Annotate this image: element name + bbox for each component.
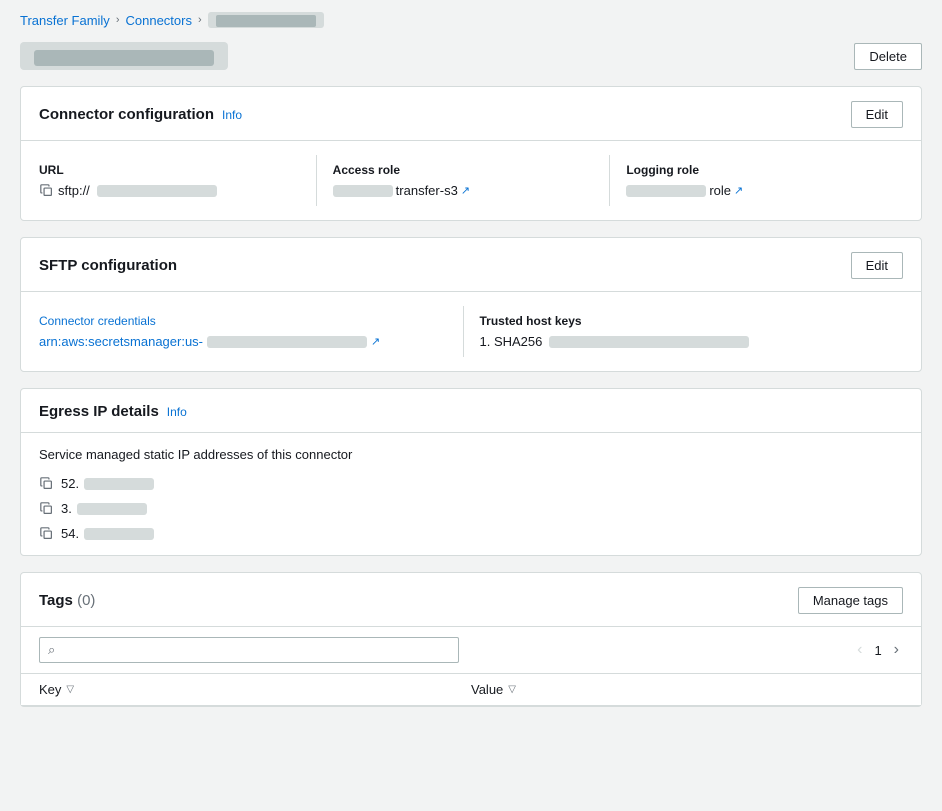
logging-role-link[interactable]: role ↗ [626,183,743,198]
sftp-config-title: SFTP configuration [39,257,177,274]
egress-ip-info[interactable]: Info [167,405,187,419]
tags-count: (0) [77,592,95,609]
access-role-field: Access role transfer-s3 ↗ [317,155,611,206]
breadcrumb-transfer-family[interactable]: Transfer Family [20,13,110,28]
tags-columns-row: Key ▽ Value ▽ [21,674,921,706]
breadcrumb-chevron-1: › [116,14,120,26]
logging-role-label: Logging role [626,163,887,177]
url-text: sftp:// [58,183,90,198]
ip-1-copy-icon[interactable] [39,477,53,491]
delete-button[interactable]: Delete [854,43,922,70]
egress-ip-card: Egress IP details Info Service managed s… [20,388,922,556]
ip-3-value: 54. [61,526,154,541]
sftp-config-header: SFTP configuration Edit [21,238,921,292]
connector-config-body: URL sftp:// Access role [21,141,921,220]
logging-role-external-icon: ↗ [734,184,743,197]
connector-credentials-label: Connector credentials [39,314,447,328]
breadcrumb-connectors[interactable]: Connectors [125,13,191,28]
tags-key-column: Key ▽ [39,682,471,697]
ip-1-value: 52. [61,476,154,491]
manage-tags-button[interactable]: Manage tags [798,587,903,614]
credentials-external-icon: ↗ [371,335,380,348]
sftp-config-body: Connector credentials arn:aws:secretsman… [21,292,921,371]
access-role-value: transfer-s3 ↗ [333,183,594,198]
sftp-fields: Connector credentials arn:aws:secretsman… [39,306,903,357]
trusted-keys-value: 1. SHA256 [480,334,888,349]
search-icon: ⌕ [48,642,55,658]
trusted-keys-field: Trusted host keys 1. SHA256 [464,306,904,357]
pagination-page: 1 [874,643,881,658]
ip-row-1: 52. [39,476,903,491]
sftp-config-card: SFTP configuration Edit Connector creden… [20,237,922,372]
url-field: URL sftp:// [39,155,317,206]
tags-title: Tags (0) [39,592,95,609]
trusted-keys-label: Trusted host keys [480,314,888,328]
url-copy-icon[interactable] [39,184,53,198]
access-role-external-icon: ↗ [461,184,470,197]
sftp-config-edit-button[interactable]: Edit [851,252,903,279]
ip-row-3: 54. [39,526,903,541]
connector-config-title: Connector configuration Info [39,106,242,123]
connector-config-card: Connector configuration Info Edit URL [20,86,922,221]
connector-config-fields: URL sftp:// Access role [39,155,903,206]
pagination-prev-button[interactable]: ‹ [853,641,866,659]
pagination-next-button[interactable]: › [890,641,903,659]
tags-card: Tags (0) Manage tags ⌕ ‹ 1 › Key ▽ Value [20,572,922,707]
breadcrumb-chevron-2: › [198,14,202,26]
url-value: sftp:// [39,183,300,198]
credentials-link[interactable]: arn:aws:secretsmanager:us- ↗ [39,334,380,349]
breadcrumb-current-id [208,12,324,28]
page-header: Delete [20,42,922,70]
egress-ip-body: Service managed static IP addresses of t… [21,433,921,555]
tags-value-column: Value ▽ [471,682,903,697]
tags-pagination: ‹ 1 › [853,641,903,659]
logging-role-value: role ↗ [626,183,887,198]
connector-credentials-field: Connector credentials arn:aws:secretsman… [39,306,464,357]
tags-header: Tags (0) Manage tags [21,573,921,627]
ip-3-copy-icon[interactable] [39,527,53,541]
connector-credentials-value: arn:aws:secretsmanager:us- ↗ [39,334,447,349]
ip-2-copy-icon[interactable] [39,502,53,516]
access-role-label: Access role [333,163,594,177]
egress-ip-header: Egress IP details Info [21,389,921,433]
breadcrumb: Transfer Family › Connectors › [20,12,922,28]
logging-role-field: Logging role role ↗ [610,155,903,206]
tags-search-box: ⌕ [39,637,459,663]
egress-ip-description: Service managed static IP addresses of t… [39,447,903,462]
connector-config-header: Connector configuration Info Edit [21,87,921,141]
egress-ip-title: Egress IP details Info [39,403,187,420]
tags-search-input[interactable] [61,643,450,658]
value-sort-icon[interactable]: ▽ [508,684,516,695]
access-role-link[interactable]: transfer-s3 ↗ [333,183,470,198]
connector-config-info[interactable]: Info [222,108,242,122]
url-label: URL [39,163,300,177]
page-title [20,42,228,70]
ip-2-value: 3. [61,501,147,516]
key-sort-icon[interactable]: ▽ [66,684,74,695]
tags-search-row: ⌕ ‹ 1 › [21,627,921,674]
ip-row-2: 3. [39,501,903,516]
connector-config-edit-button[interactable]: Edit [851,101,903,128]
